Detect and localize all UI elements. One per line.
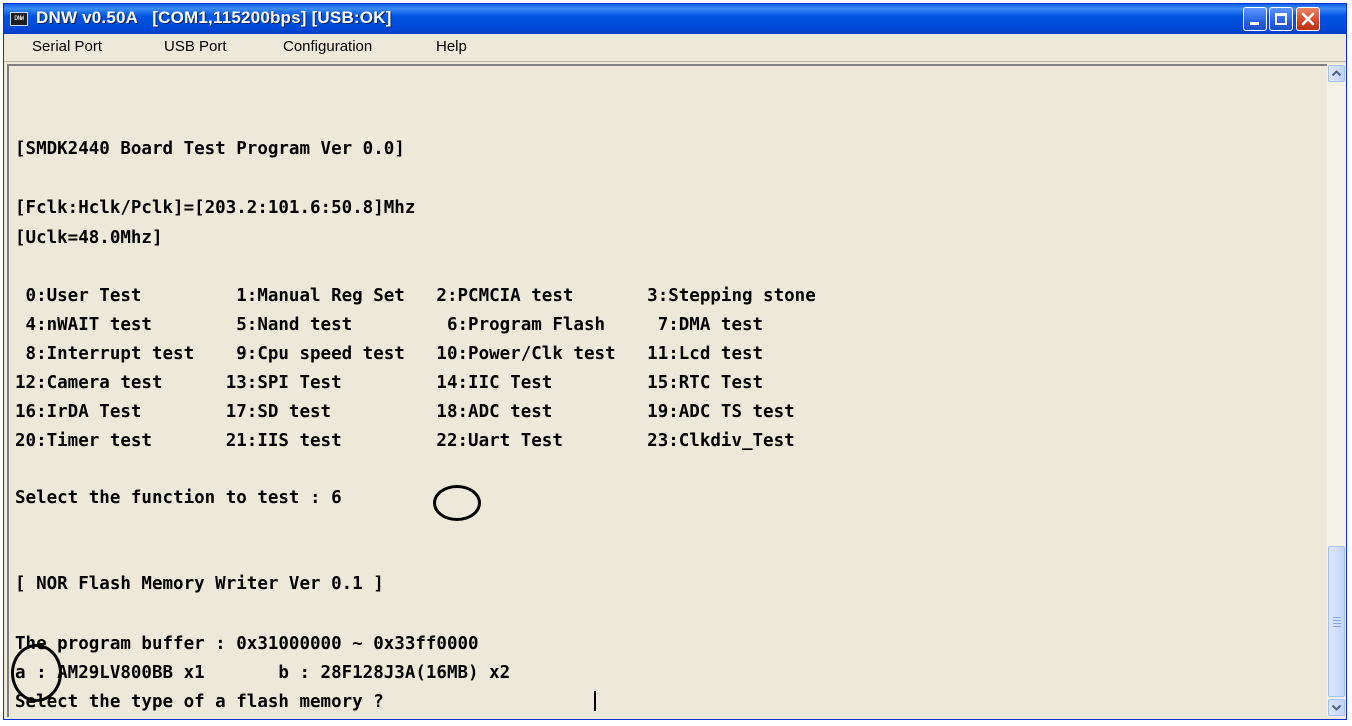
- console-line: a : AM29LV800BB x1 b : 28F128J3A(16MB) x…: [15, 663, 511, 683]
- dnw-app-icon: DNW: [10, 12, 28, 26]
- console-line: 4:nWAIT test 5:Nand test 6:Program Flash…: [15, 315, 764, 335]
- console-line: Select the function to test : 6: [15, 488, 342, 508]
- maximize-icon: [1275, 13, 1287, 25]
- minimize-button[interactable]: [1243, 7, 1267, 31]
- console-line: 8:Interrupt test 9:Cpu speed test 10:Pow…: [15, 344, 764, 364]
- vertical-scrollbar[interactable]: [1327, 64, 1346, 717]
- maximize-button[interactable]: [1269, 7, 1293, 31]
- highlight-circle: [433, 485, 481, 521]
- console-line: [Uclk=48.0Mhz]: [15, 228, 163, 248]
- highlight-circle: [11, 644, 62, 702]
- console-line: 0:User Test 1:Manual Reg Set 2:PCMCIA te…: [15, 286, 816, 306]
- thumb-grip: [1333, 617, 1341, 618]
- title-bar[interactable]: DNW DNW v0.50A [COM1,115200bps] [USB:OK]: [4, 4, 1346, 34]
- console-line: 20:Timer test 21:IIS test 22:Uart Test 2…: [15, 431, 795, 451]
- close-icon: [1301, 12, 1315, 26]
- console-line: 16:IrDA Test 17:SD test 18:ADC test 19:A…: [15, 402, 795, 422]
- text-cursor: [594, 691, 596, 711]
- console-line: The program buffer : 0x31000000 ~ 0x33ff…: [15, 634, 479, 654]
- console-output[interactable]: [SMDK2440 Board Test Program Ver 0.0] [F…: [7, 64, 1327, 717]
- console-line: [SMDK2440 Board Test Program Ver 0.0]: [15, 139, 405, 159]
- window-title: DNW v0.50A [COM1,115200bps] [USB:OK]: [36, 8, 392, 27]
- dnw-window: DNW DNW v0.50A [COM1,115200bps] [USB:OK]…: [3, 3, 1347, 720]
- thumb-grip: [1333, 623, 1341, 624]
- thumb-grip: [1333, 620, 1341, 621]
- console-line: Select the type of a flash memory ?: [15, 692, 395, 712]
- menu-serial-port[interactable]: Serial Port: [32, 38, 102, 55]
- menu-help[interactable]: Help: [436, 38, 467, 55]
- scroll-down-button[interactable]: [1328, 699, 1345, 716]
- thumb-grip: [1333, 626, 1341, 627]
- scrollbar-thumb[interactable]: [1328, 546, 1345, 697]
- menu-configuration[interactable]: Configuration: [283, 38, 372, 55]
- scroll-down-arrow-icon: [1331, 704, 1342, 711]
- menu-bar: Serial Port USB Port Configuration Help: [4, 34, 1346, 62]
- console-line: [Fclk:Hclk/Pclk]=[203.2:101.6:50.8]Mhz: [15, 198, 416, 218]
- close-button[interactable]: [1296, 7, 1320, 31]
- minimize-icon: [1250, 22, 1259, 25]
- scroll-up-button[interactable]: [1328, 65, 1345, 82]
- menu-usb-port[interactable]: USB Port: [164, 38, 227, 55]
- scroll-up-arrow-icon: [1331, 70, 1342, 77]
- console-line: 12:Camera test 13:SPI Test 14:IIC Test 1…: [15, 373, 764, 393]
- console-line: [ NOR Flash Memory Writer Ver 0.1 ]: [15, 574, 384, 594]
